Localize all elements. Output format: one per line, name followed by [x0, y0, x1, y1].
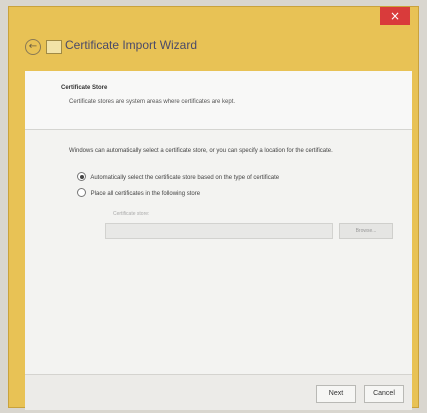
radio-selected-icon[interactable]	[77, 172, 86, 181]
wizard-window: × ← Certificate Import Wizard Certificat…	[8, 6, 419, 410]
certificate-icon	[46, 40, 62, 54]
page-title: Certificate Store	[61, 85, 108, 91]
browse-button[interactable]: Browse...	[339, 223, 393, 239]
intro-text: Windows can automatically select a certi…	[69, 148, 333, 154]
certificate-store-field[interactable]	[105, 223, 333, 239]
option-place-in-store[interactable]: Place all certificates in the following …	[77, 188, 201, 198]
next-button[interactable]: Next	[316, 385, 356, 403]
wizard-content: Certificate Store Certificate stores are…	[25, 71, 412, 374]
back-button[interactable]: ←	[25, 39, 41, 55]
option-auto-select[interactable]: Automatically select the certificate sto…	[77, 172, 280, 182]
title-bar: ← Certificate Import Wizard	[9, 35, 418, 69]
store-label: Certificate store:	[113, 211, 150, 217]
option-label: Automatically select the certificate sto…	[90, 175, 280, 182]
wizard-header: Certificate Store Certificate stores are…	[25, 71, 412, 130]
close-button[interactable]: ×	[380, 7, 410, 25]
wizard-title: Certificate Import Wizard	[65, 38, 198, 52]
wizard-footer: Next Cancel	[25, 374, 412, 410]
cancel-button[interactable]: Cancel	[364, 385, 404, 403]
page-description: Certificate stores are system areas wher…	[69, 99, 236, 105]
option-label: Place all certificates in the following …	[90, 191, 201, 198]
radio-unselected-icon[interactable]	[77, 188, 86, 197]
